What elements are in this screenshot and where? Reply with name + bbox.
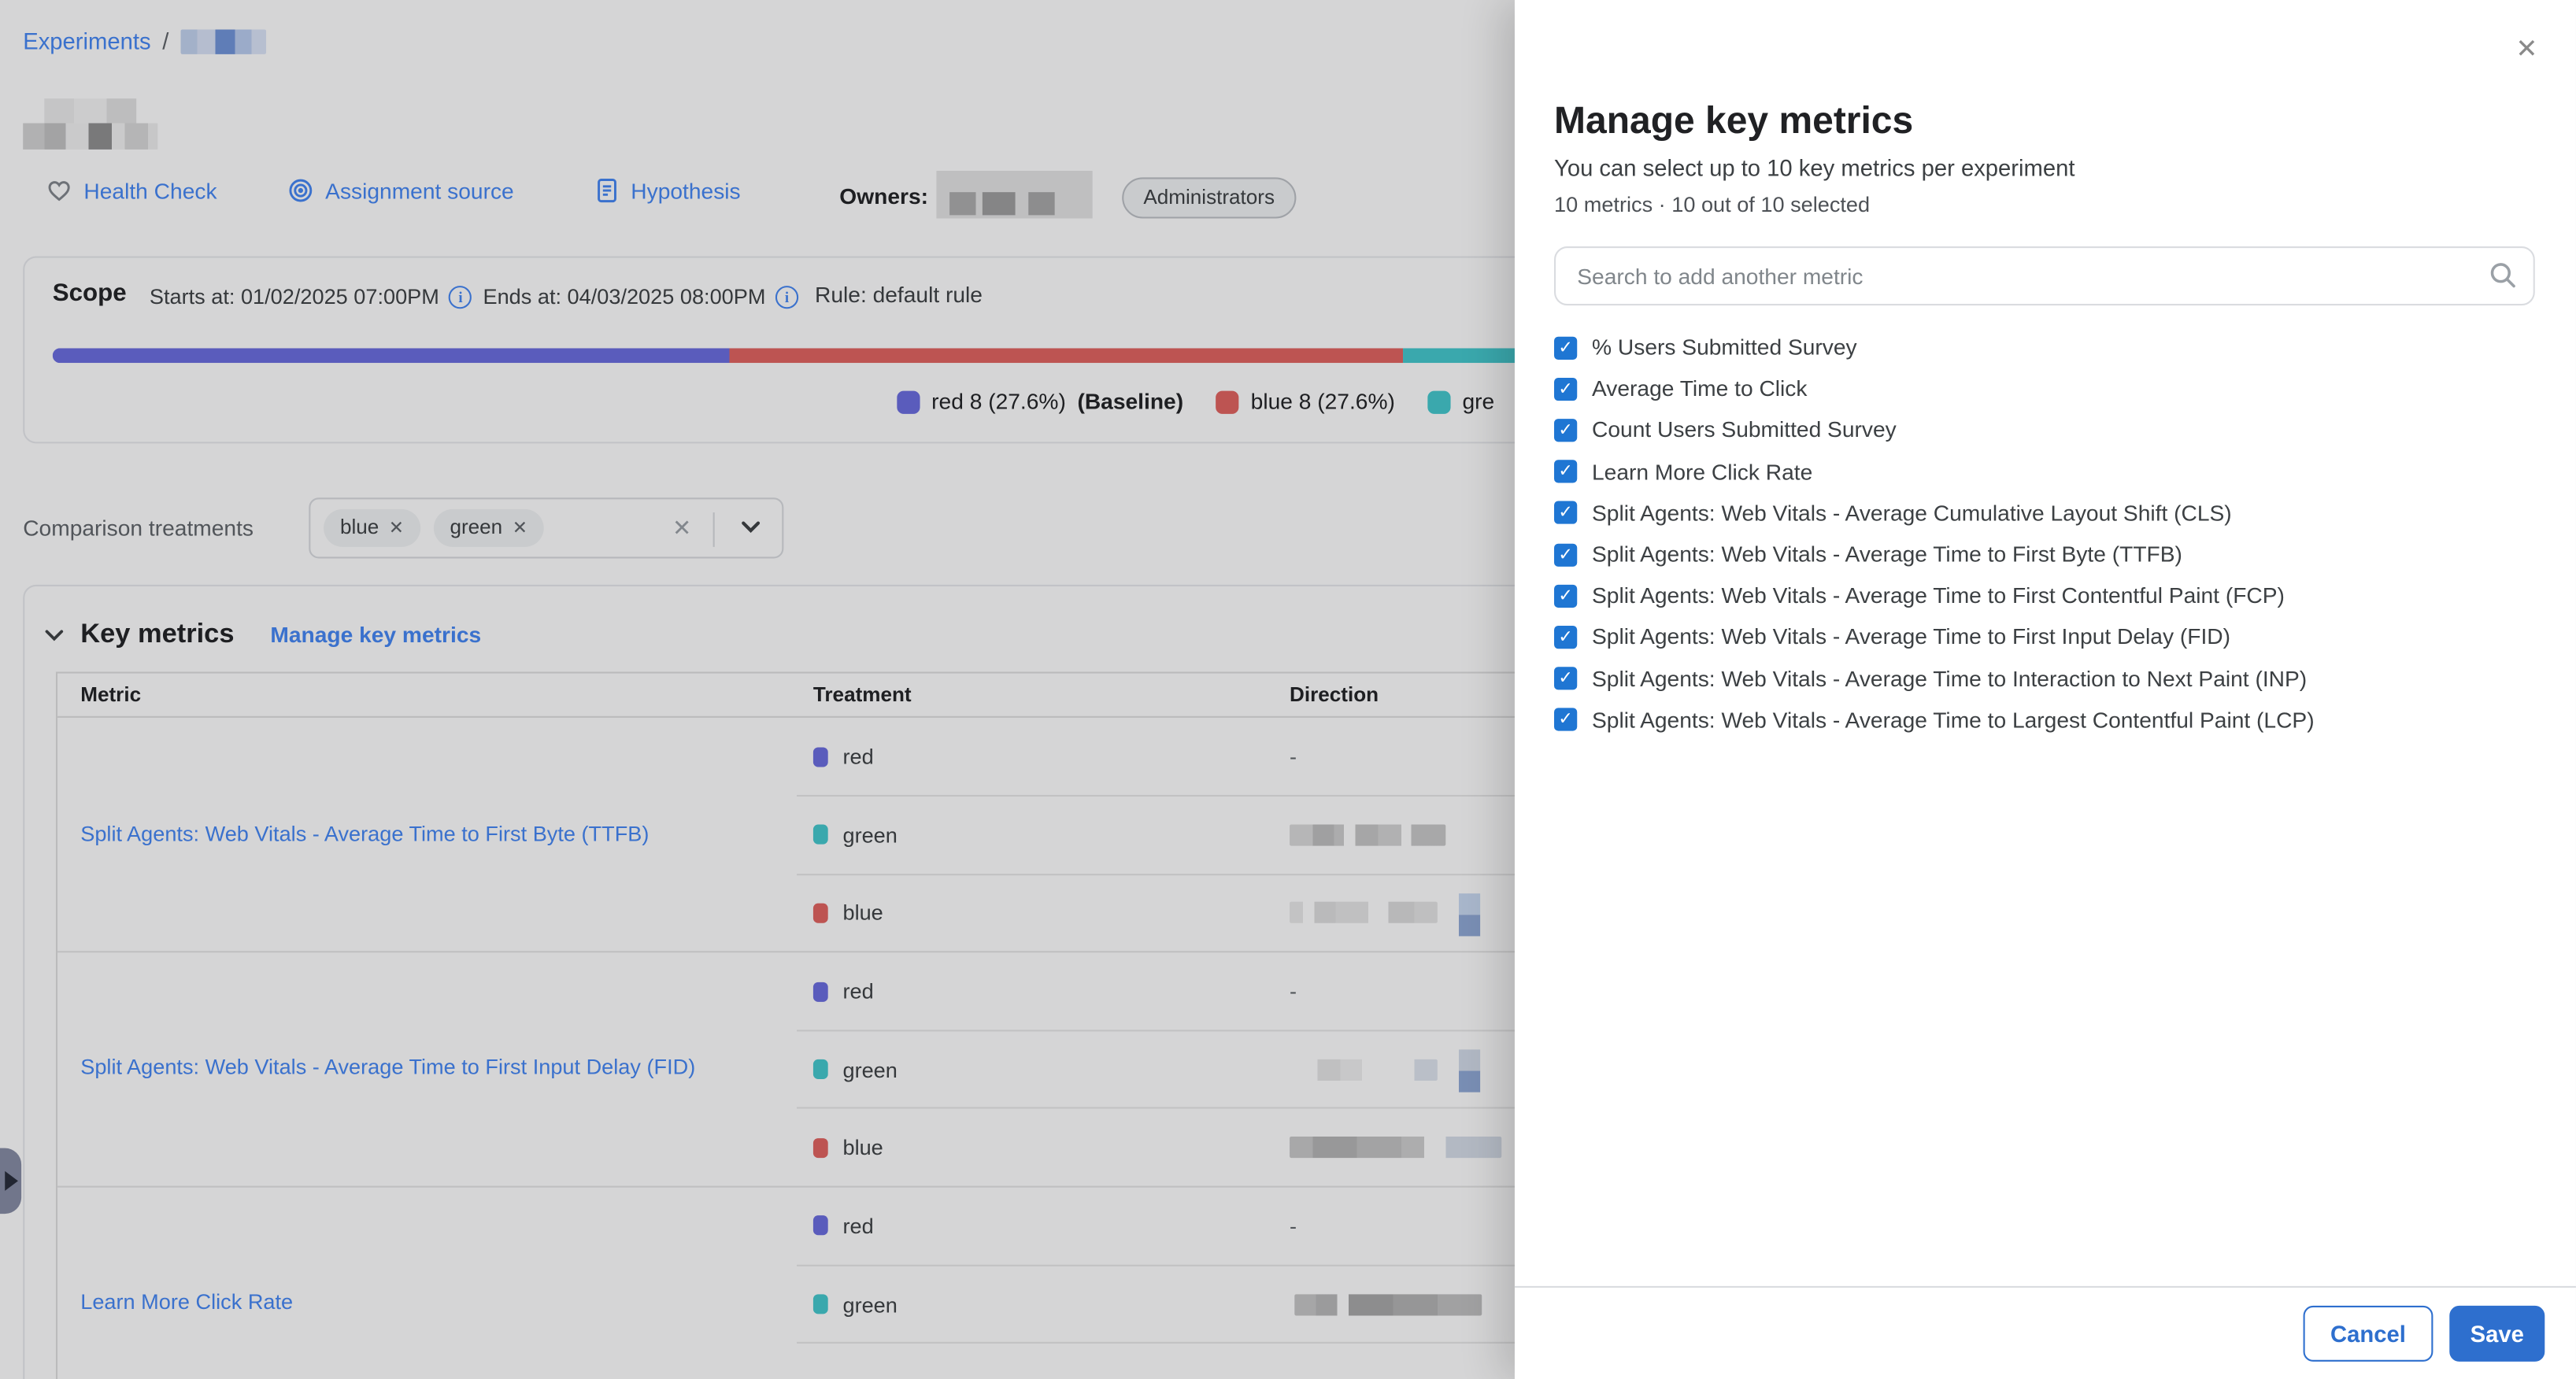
- checkbox-checked-icon[interactable]: ✓: [1554, 626, 1577, 649]
- checkbox-checked-icon[interactable]: ✓: [1554, 667, 1577, 690]
- checkbox-checked-icon[interactable]: ✓: [1554, 543, 1577, 566]
- metric-list-item[interactable]: ✓ Average Time to Click: [1554, 368, 2540, 410]
- metric-list-item[interactable]: ✓ Split Agents: Web Vitals - Average Tim…: [1554, 658, 2540, 700]
- app-window: Experiments / Health Check Assignment so…: [0, 0, 2576, 1379]
- metric-list-item[interactable]: ✓ Split Agents: Web Vitals - Average Tim…: [1554, 616, 2540, 658]
- checkbox-checked-icon[interactable]: ✓: [1554, 501, 1577, 524]
- panel-footer: Cancel Save: [1515, 1286, 2576, 1379]
- metric-search: [1554, 246, 2535, 305]
- checkbox-checked-icon[interactable]: ✓: [1554, 584, 1577, 607]
- panel-subtitle: You can select up to 10 key metrics per …: [1554, 154, 2074, 180]
- metric-checkbox-list: ✓ % Users Submitted Survey ✓ Average Tim…: [1554, 327, 2540, 741]
- close-icon[interactable]: ✕: [2508, 33, 2545, 69]
- metric-list-item[interactable]: ✓ % Users Submitted Survey: [1554, 327, 2540, 368]
- checkbox-checked-icon[interactable]: ✓: [1554, 377, 1577, 400]
- checkbox-checked-icon[interactable]: ✓: [1554, 419, 1577, 442]
- save-button[interactable]: Save: [2449, 1306, 2545, 1362]
- checkbox-checked-icon[interactable]: ✓: [1554, 708, 1577, 731]
- panel-title: Manage key metrics: [1554, 98, 1913, 142]
- metric-list-item[interactable]: ✓ Learn More Click Rate: [1554, 451, 2540, 493]
- manage-key-metrics-panel: ✕ Manage key metrics You can select up t…: [1515, 0, 2576, 1379]
- search-input[interactable]: [1554, 246, 2535, 305]
- metrics-count-status: 10 metrics · 10 out of 10 selected: [1554, 192, 1870, 216]
- metric-list-item[interactable]: ✓ Split Agents: Web Vitals - Average Tim…: [1554, 534, 2540, 575]
- cancel-button[interactable]: Cancel: [2304, 1306, 2434, 1362]
- metric-list-item[interactable]: ✓ Count Users Submitted Survey: [1554, 409, 2540, 451]
- checkbox-checked-icon[interactable]: ✓: [1554, 336, 1577, 359]
- metric-list-item[interactable]: ✓ Split Agents: Web Vitals - Average Tim…: [1554, 699, 2540, 741]
- metric-list-item[interactable]: ✓ Split Agents: Web Vitals - Average Cum…: [1554, 492, 2540, 534]
- search-icon: [2489, 261, 2516, 289]
- metric-list-item[interactable]: ✓ Split Agents: Web Vitals - Average Tim…: [1554, 575, 2540, 617]
- checkbox-checked-icon[interactable]: ✓: [1554, 460, 1577, 483]
